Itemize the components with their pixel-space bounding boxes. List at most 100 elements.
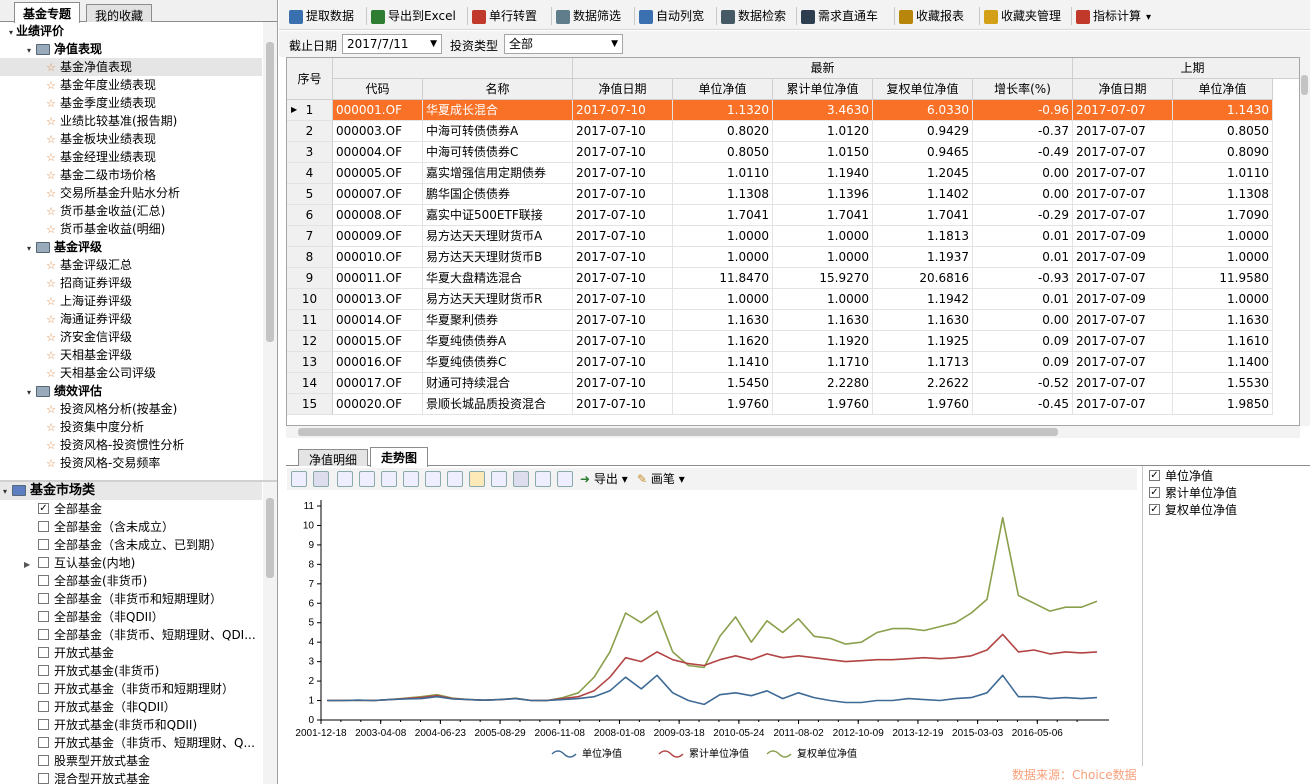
grid-cell[interactable]: 1.1630 (673, 310, 773, 331)
grid-cell[interactable]: 2017-07-10 (573, 352, 673, 373)
toolbar-button[interactable]: 收藏夹管理 (984, 6, 1061, 26)
grid-cell[interactable]: 2017-07-07 (1073, 142, 1173, 163)
series-toggle[interactable]: ✓ 累计单位净值 (1149, 485, 1237, 502)
checkbox[interactable] (38, 737, 49, 748)
grid-cell[interactable]: 华夏纯债债券C (423, 352, 573, 373)
tree-item[interactable]: ☆ 基金评级汇总 (0, 256, 262, 274)
grid-cell[interactable]: 0.8020 (673, 121, 773, 142)
tree-item[interactable]: ☆ 货币基金收益(明细) (0, 220, 262, 238)
grid-cell[interactable]: 1.1630 (773, 310, 873, 331)
grid-cell[interactable]: 2017-07-10 (573, 310, 673, 331)
grid-cell[interactable]: 000001.OF (333, 100, 423, 121)
grid-cell[interactable]: 2017-07-10 (573, 268, 673, 289)
grid-cell[interactable]: 1.1630 (873, 310, 973, 331)
market-item[interactable]: 全部基金（非QDII） (0, 608, 262, 626)
market-scrollbar[interactable] (263, 482, 277, 784)
grid-cell[interactable]: 2017-07-07 (1073, 121, 1173, 142)
checkbox[interactable] (38, 539, 49, 550)
pen-button[interactable]: ✎ 画笔 ▾ (637, 471, 685, 487)
row-number[interactable]: 14 (287, 373, 333, 394)
grid-cell[interactable]: 1.1713 (873, 352, 973, 373)
market-item[interactable]: 全部基金（非货币和短期理财） (0, 590, 262, 608)
checkbox[interactable] (38, 665, 49, 676)
tree-item[interactable]: ☆ 基金季度业绩表现 (0, 94, 262, 112)
grid-cell[interactable]: 1.7041 (673, 205, 773, 226)
grid-cell[interactable]: 0.9429 (873, 121, 973, 142)
dropdown-arrow-icon[interactable]: ▾ (1146, 12, 1151, 23)
tree-item[interactable]: ☆ 投资风格-投资惯性分析 (0, 436, 262, 454)
row-number[interactable]: 6 (287, 205, 333, 226)
toolbar-button[interactable]: 单行转置 (472, 6, 537, 26)
grid-cell[interactable]: 1.1813 (873, 226, 973, 247)
tree-item[interactable]: ☆ 上海证券评级 (0, 292, 262, 310)
checkbox[interactable] (38, 629, 49, 640)
grid-cell[interactable]: 0.8090 (1173, 142, 1273, 163)
grid-cell[interactable]: 2017-07-10 (573, 142, 673, 163)
market-item[interactable]: 全部基金(非货币) (0, 572, 262, 590)
grid-cell[interactable]: 1.1942 (873, 289, 973, 310)
grid-cell[interactable]: 000007.OF (333, 184, 423, 205)
toolbar-button[interactable]: 提取数据 (289, 6, 354, 26)
col-header[interactable]: 代码 (333, 79, 423, 100)
grid-cell[interactable]: 1.0110 (673, 163, 773, 184)
market-item[interactable]: ▶ 互认基金(内地) (0, 554, 262, 572)
grid-cell[interactable]: 1.0000 (773, 247, 873, 268)
grid-cell[interactable]: 1.9850 (1173, 394, 1273, 415)
grid-cell[interactable]: 1.0000 (773, 289, 873, 310)
link-icon[interactable] (447, 471, 463, 487)
legend-toggle-icon[interactable] (513, 471, 529, 487)
grid-cell[interactable]: 1.0000 (1173, 247, 1273, 268)
row-number[interactable]: 3 (287, 142, 333, 163)
tree-item[interactable]: ☆ 天相基金公司评级 (0, 364, 262, 382)
grid-cell[interactable]: 2017-07-10 (573, 373, 673, 394)
grid-cell[interactable]: 1.7090 (1173, 205, 1273, 226)
table-icon[interactable] (535, 471, 551, 487)
row-number[interactable]: 5 (287, 184, 333, 205)
col-header[interactable]: 名称 (423, 79, 573, 100)
bar-chart-icon[interactable] (337, 471, 353, 487)
grid-cell[interactable]: 2017-07-09 (1073, 289, 1173, 310)
row-number[interactable]: 15 (287, 394, 333, 415)
grid-cell[interactable]: 财通可持续混合 (423, 373, 573, 394)
grid-cell[interactable]: 2017-07-07 (1073, 331, 1173, 352)
tree-item[interactable]: ☆ 基金净值表现 (0, 58, 262, 76)
checkbox[interactable] (38, 755, 49, 766)
checkbox[interactable] (38, 701, 49, 712)
grid-cell[interactable]: 华夏成长混合 (423, 100, 573, 121)
grid-cell[interactable]: 3.4630 (773, 100, 873, 121)
grid-cell[interactable]: 2017-07-07 (1073, 100, 1173, 121)
grid-cell[interactable]: 1.0000 (773, 226, 873, 247)
grid-cell[interactable]: 1.1320 (673, 100, 773, 121)
col-header[interactable]: 累计单位净值 (773, 79, 873, 100)
col-header[interactable]: 复权单位净值 (873, 79, 973, 100)
grid-cell[interactable]: 000011.OF (333, 268, 423, 289)
market-item[interactable]: 全部基金（非货币、短期理财、QDI... (0, 626, 262, 644)
tree-item[interactable]: ☆ 货币基金收益(汇总) (0, 202, 262, 220)
checkbox[interactable] (38, 557, 49, 568)
tree-item[interactable]: ☆ 投资风格-交易频率 (0, 454, 262, 472)
grid-cell[interactable]: 易方达天天理财货币R (423, 289, 573, 310)
toolbar-button[interactable]: 收藏报表 (899, 6, 964, 26)
trend-icon[interactable] (425, 471, 441, 487)
grid-cell[interactable]: 2017-07-09 (1073, 226, 1173, 247)
grid-cell[interactable]: 1.7041 (873, 205, 973, 226)
grid-cell[interactable]: 华夏大盘精选混合 (423, 268, 573, 289)
market-item[interactable]: 开放式基金(非货币和QDII) (0, 716, 262, 734)
tree-scrollbar[interactable] (263, 22, 277, 480)
grid-cell[interactable]: 2017-07-09 (1073, 247, 1173, 268)
grid-cell[interactable]: 1.1430 (1173, 100, 1273, 121)
grid-cell[interactable]: 1.1400 (1173, 352, 1273, 373)
grid-cell[interactable]: 1.1402 (873, 184, 973, 205)
col-header[interactable]: 增长率(%) (973, 79, 1073, 100)
market-item[interactable]: ✓ 全部基金 (0, 500, 262, 518)
col-header[interactable]: 净值日期 (573, 79, 673, 100)
grid-cell[interactable]: 易方达天天理财货币B (423, 247, 573, 268)
tab-my-favorites[interactable]: 我的收藏 (86, 4, 153, 23)
row-number[interactable]: 11 (287, 310, 333, 331)
toolbar-button[interactable]: 导出到Excel (371, 6, 456, 26)
grid-cell[interactable]: 嘉实增强信用定期债券 (423, 163, 573, 184)
toolbar-button[interactable]: 数据检索 (721, 6, 786, 26)
market-header[interactable]: ▾ 基金市场类 (0, 482, 262, 500)
grid-cell[interactable]: 中海可转债债券A (423, 121, 573, 142)
market-item[interactable]: 开放式基金（非货币、短期理财、Q... (0, 734, 262, 752)
